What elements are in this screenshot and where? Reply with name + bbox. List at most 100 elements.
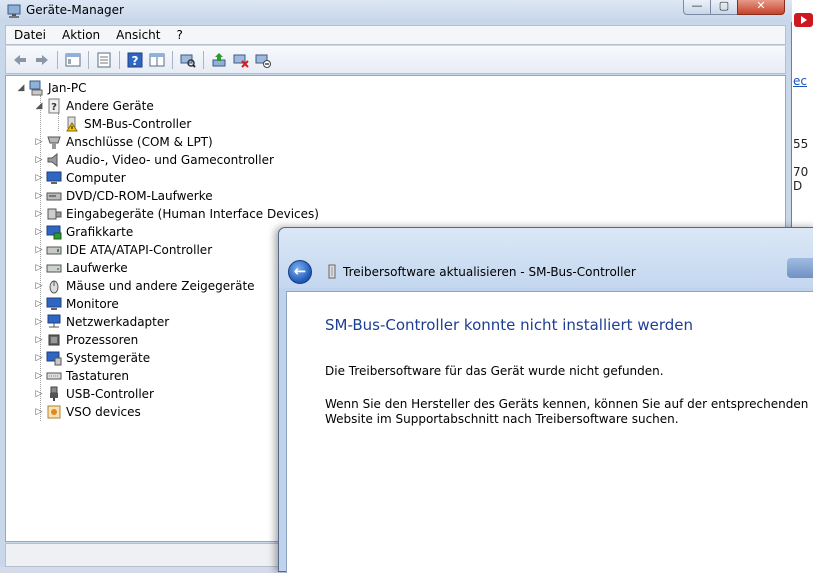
tree-view-button[interactable] xyxy=(63,50,83,70)
tree-item-ide[interactable]: ▷ IDE ATA/ATAPI-Controller xyxy=(34,241,213,259)
menu-ansicht[interactable]: Ansicht xyxy=(108,28,168,42)
tree-item-network[interactable]: ▷ Netzwerkadapter xyxy=(34,313,169,331)
close-icon: ✕ xyxy=(756,0,766,12)
expand-arrow-icon[interactable]: ▷ xyxy=(34,353,44,363)
tree-label: Audio-, Video- und Gamecontroller xyxy=(66,153,274,167)
pane-icon xyxy=(149,52,165,68)
expand-arrow-icon[interactable]: ▷ xyxy=(34,281,44,291)
properties-icon xyxy=(96,52,112,68)
uninstall-button[interactable] xyxy=(231,50,251,70)
toolbar: ? xyxy=(5,46,786,74)
tree-label: Monitore xyxy=(66,297,119,311)
disable-icon xyxy=(255,52,271,68)
expand-arrow-icon[interactable]: ▷ xyxy=(34,317,44,327)
dialog-title: Treibersoftware aktualisieren - SM-Bus-C… xyxy=(343,265,636,279)
expand-arrow-icon[interactable]: ▷ xyxy=(34,137,44,147)
tree-label: SM-Bus-Controller xyxy=(84,117,192,131)
background-text: 55 xyxy=(793,137,809,151)
unknown-device-icon: ? xyxy=(46,98,62,114)
device-icon xyxy=(324,264,340,280)
tree-item-drives[interactable]: ▷ Laufwerke xyxy=(34,259,128,277)
tree-label: DVD/CD-ROM-Laufwerke xyxy=(66,189,213,203)
tree-item-smbus-controller[interactable]: SM-Bus-Controller xyxy=(64,115,191,133)
expand-arrow-icon[interactable]: ▷ xyxy=(34,389,44,399)
tree-item-dvd[interactable]: ▷ DVD/CD-ROM-Laufwerke xyxy=(34,187,213,205)
svg-text:?: ? xyxy=(51,102,57,113)
tree-item-other-devices[interactable]: ◢ ? Andere Geräte xyxy=(34,97,154,115)
expand-arrow-icon[interactable]: ▷ xyxy=(34,173,44,183)
expand-arrow-icon[interactable]: ▷ xyxy=(34,335,44,345)
tree-label: Mäuse und andere Zeigegeräte xyxy=(66,279,255,293)
expand-arrow-icon[interactable]: ▷ xyxy=(34,299,44,309)
back-button[interactable] xyxy=(10,50,30,70)
tree-item-root[interactable]: ◢ Jan-PC xyxy=(16,79,86,97)
back-icon xyxy=(12,52,28,68)
tree-label: Systemgeräte xyxy=(66,351,151,365)
input-device-icon xyxy=(46,206,62,222)
help-button[interactable]: ? xyxy=(125,50,145,70)
scan-hardware-button[interactable] xyxy=(178,50,198,70)
tree-item-hid[interactable]: ▷ Eingabegeräte (Human Interface Devices… xyxy=(34,205,319,223)
tree-item-computer[interactable]: ▷ Computer xyxy=(34,169,126,187)
properties-button[interactable] xyxy=(94,50,114,70)
expand-arrow-icon[interactable]: ▷ xyxy=(34,155,44,165)
back-button[interactable]: ← xyxy=(288,260,312,284)
speaker-icon xyxy=(46,152,62,168)
tree-item-processors[interactable]: ▷ Prozessoren xyxy=(34,331,139,349)
title-bar[interactable]: Geräte-Manager — ▢ ✕ xyxy=(0,0,792,22)
menu-datei[interactable]: Datei xyxy=(6,28,54,42)
dialog-close-button[interactable] xyxy=(787,258,813,278)
menu-aktion[interactable]: Aktion xyxy=(54,28,108,42)
tree-label: Jan-PC xyxy=(48,81,87,95)
minimize-button[interactable]: — xyxy=(683,0,711,15)
tree-item-keyboards[interactable]: ▷ Tastaturen xyxy=(34,367,129,385)
pane-button[interactable] xyxy=(147,50,167,70)
tree-item-audio[interactable]: ▷ Audio-, Video- und Gamecontroller xyxy=(34,151,274,169)
system-device-icon xyxy=(46,350,62,366)
background-text: 70 D xyxy=(793,165,809,193)
expand-arrow-icon[interactable]: ▷ xyxy=(34,371,44,381)
menu-help[interactable]: ? xyxy=(168,28,190,42)
tree-item-vso[interactable]: ▷ VSO devices xyxy=(34,403,141,421)
tree-item-monitors[interactable]: ▷ Monitore xyxy=(34,295,119,313)
scan-hardware-icon xyxy=(180,52,196,68)
update-driver-icon xyxy=(211,52,227,68)
disk-drive-icon xyxy=(46,260,62,276)
close-button[interactable]: ✕ xyxy=(737,0,785,15)
tree-label: Netzwerkadapter xyxy=(66,315,170,329)
monitor-icon xyxy=(46,296,62,312)
collapse-arrow-icon[interactable]: ◢ xyxy=(16,83,26,93)
toolbar-separator xyxy=(172,50,173,69)
forward-button[interactable] xyxy=(32,50,52,70)
toolbar-separator xyxy=(57,50,58,69)
background-link[interactable]: ec xyxy=(793,74,807,88)
disable-button[interactable] xyxy=(253,50,273,70)
tree-label: USB-Controller xyxy=(66,387,154,401)
update-driver-button[interactable] xyxy=(209,50,229,70)
expand-arrow-icon[interactable]: ▷ xyxy=(34,191,44,201)
expand-arrow-icon[interactable]: ▷ xyxy=(34,263,44,273)
tree-item-mice[interactable]: ▷ Mäuse und andere Zeigegeräte xyxy=(34,277,255,295)
tree-label: Anschlüsse (COM & LPT) xyxy=(66,135,213,149)
window-title: Geräte-Manager xyxy=(26,3,124,17)
expand-arrow-icon[interactable]: ▷ xyxy=(34,407,44,417)
tree-label: Laufwerke xyxy=(66,261,128,275)
video-play-icon[interactable] xyxy=(794,13,813,27)
maximize-icon: ▢ xyxy=(718,0,730,12)
expand-arrow-icon[interactable]: ▷ xyxy=(34,245,44,255)
tree-item-graphics[interactable]: ▷ Grafikkarte xyxy=(34,223,133,241)
maximize-button[interactable]: ▢ xyxy=(710,0,738,15)
tree-item-usb[interactable]: ▷ USB-Controller xyxy=(34,385,154,403)
dialog-header[interactable]: ← Treibersoftware aktualisieren - SM-Bus… xyxy=(279,228,813,288)
tree-label: Prozessoren xyxy=(66,333,139,347)
back-arrow-icon: ← xyxy=(293,262,307,280)
tree-view-icon xyxy=(65,52,81,68)
dialog-content: SM-Bus-Controller konnte nicht installie… xyxy=(286,291,813,573)
expand-arrow-icon[interactable]: ▷ xyxy=(34,209,44,219)
help-icon: ? xyxy=(127,52,143,68)
expand-arrow-icon[interactable]: ▷ xyxy=(34,227,44,237)
tree-item-system[interactable]: ▷ Systemgeräte xyxy=(34,349,150,367)
tree-item-ports[interactable]: ▷ Anschlüsse (COM & LPT) xyxy=(34,133,213,151)
help-message: Wenn Sie den Hersteller des Geräts kenne… xyxy=(325,397,809,426)
collapse-arrow-icon[interactable]: ◢ xyxy=(34,101,44,111)
